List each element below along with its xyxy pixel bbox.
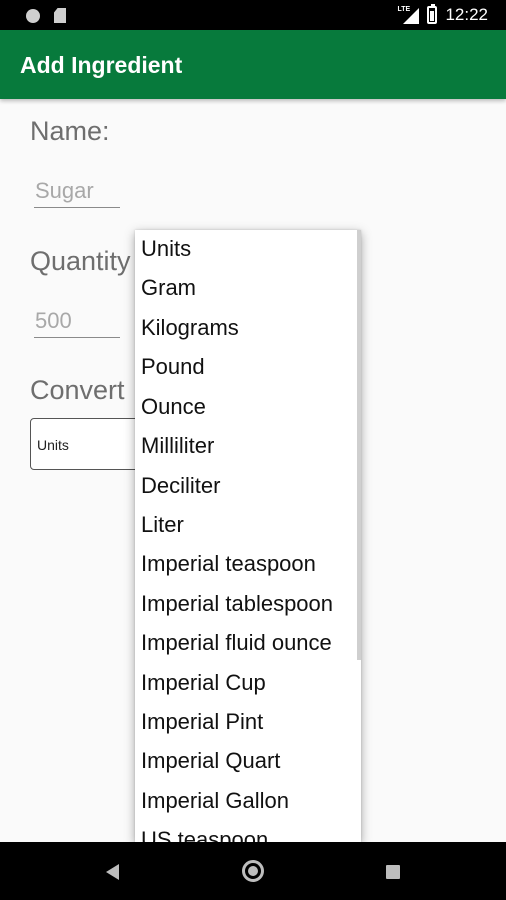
quantity-input[interactable]: 500 (34, 304, 120, 338)
page-title: Add Ingredient (20, 52, 183, 78)
notification-circle-icon (26, 8, 40, 23)
navigation-bar (0, 842, 506, 900)
sd-card-icon (54, 8, 66, 23)
status-bar: LTE 12:22 (0, 0, 506, 30)
dropdown-item-imperial-cup[interactable]: Imperial Cup (141, 668, 266, 698)
dropdown-item-units[interactable]: Units (141, 234, 191, 264)
dropdown-item-ounce[interactable]: Ounce (141, 392, 206, 422)
lte-signal-icon: LTE (397, 6, 420, 24)
dropdown-item-liter[interactable]: Liter (141, 510, 184, 540)
units-dropdown-menu[interactable]: Units Gram Kilograms Pound Ounce Millili… (135, 230, 361, 842)
dropdown-item-imperial-tablespoon[interactable]: Imperial tablespoon (141, 589, 333, 619)
dropdown-scrollbar[interactable] (357, 230, 361, 660)
convert-label: Convert (30, 375, 125, 405)
quantity-label: Quantity (30, 246, 131, 276)
recents-icon[interactable] (386, 865, 400, 879)
dropdown-item-deciliter[interactable]: Deciliter (141, 471, 220, 501)
status-time: 12:22 (445, 5, 488, 24)
back-icon[interactable] (106, 864, 119, 880)
dropdown-item-imperial-gallon[interactable]: Imperial Gallon (141, 786, 289, 816)
dropdown-item-imperial-pint[interactable]: Imperial Pint (141, 707, 263, 737)
app-bar: Add Ingredient (0, 30, 506, 99)
home-icon[interactable] (242, 860, 264, 882)
name-label: Name: (30, 116, 110, 146)
dropdown-item-gram[interactable]: Gram (141, 273, 196, 303)
units-spinner-value: Units (37, 437, 69, 453)
battery-icon (427, 4, 438, 24)
dropdown-item-pound[interactable]: Pound (141, 352, 205, 382)
dropdown-item-kilograms[interactable]: Kilograms (141, 313, 239, 343)
dropdown-item-milliliter[interactable]: Milliliter (141, 431, 214, 461)
dropdown-item-imperial-teaspoon[interactable]: Imperial teaspoon (141, 549, 316, 579)
dropdown-item-imperial-fluid-ounce[interactable]: Imperial fluid ounce (141, 628, 332, 658)
dropdown-item-us-teaspoon[interactable]: US teaspoon (141, 825, 268, 842)
dropdown-item-imperial-quart[interactable]: Imperial Quart (141, 746, 280, 776)
name-input[interactable]: Sugar (34, 174, 120, 208)
